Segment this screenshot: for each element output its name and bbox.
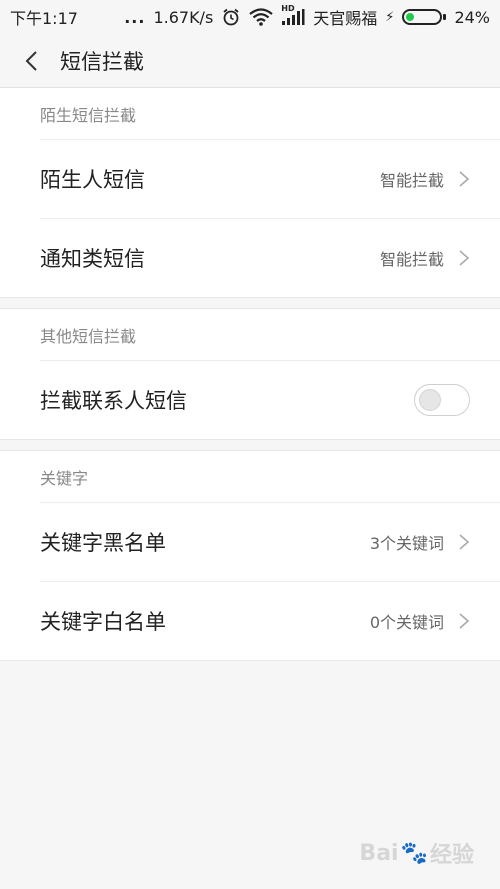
section-other-sms: 其他短信拦截 拦截联系人短信 <box>0 308 500 440</box>
row-notification-sms[interactable]: 通知类短信 智能拦截 <box>40 218 500 297</box>
chevron-right-icon <box>459 534 470 550</box>
paw-icon: 🐾 <box>400 840 428 866</box>
toggle-knob <box>419 389 441 411</box>
section-keywords: 关键字 关键字黑名单 3个关键词 关键字白名单 0个关键词 <box>0 450 500 661</box>
baidu-watermark: Bai 🐾 经验 <box>359 837 474 869</box>
row-value: 3个关键词 <box>369 534 444 553</box>
more-notifications-dots: ... <box>124 7 146 27</box>
chevron-right-icon <box>459 171 470 187</box>
page-title: 短信拦截 <box>60 49 144 74</box>
carrier-name: 天官赐福 <box>313 9 378 28</box>
signal-hd-icon: HD <box>281 4 305 26</box>
row-label: 通知类短信 <box>40 247 145 271</box>
wifi-icon <box>249 8 273 26</box>
row-keyword-whitelist[interactable]: 关键字白名单 0个关键词 <box>40 581 500 660</box>
app-header: 短信拦截 <box>0 34 500 88</box>
chevron-right-icon <box>459 613 470 629</box>
row-value: 0个关键词 <box>369 613 444 632</box>
network-speed: 1.67K/s <box>153 7 214 27</box>
status-bar: 下午1:17 ... 1.67K/s HD 天官赐福 ⚡ 24% <box>0 0 500 34</box>
hd-label: HD <box>281 4 295 13</box>
battery-percent: 24% <box>454 7 490 27</box>
row-keyword-blacklist[interactable]: 关键字黑名单 3个关键词 <box>40 502 500 581</box>
row-label: 拦截联系人短信 <box>40 389 187 413</box>
alarm-clock-icon <box>221 7 241 27</box>
watermark-suffix: 经验 <box>429 843 474 868</box>
section-header: 其他短信拦截 <box>40 326 137 346</box>
status-time: 下午1:17 <box>10 9 78 28</box>
row-label: 陌生人短信 <box>40 168 145 192</box>
status-icons: ... 1.67K/s HD 天官赐福 ⚡ 24% <box>124 4 490 29</box>
row-label: 关键字白名单 <box>40 610 166 634</box>
row-value: 智能拦截 <box>379 171 444 190</box>
section-header: 关键字 <box>40 468 89 488</box>
row-stranger-sms[interactable]: 陌生人短信 智能拦截 <box>40 139 500 218</box>
section-stranger-sms: 陌生短信拦截 陌生人短信 智能拦截 通知类短信 智能拦截 <box>0 88 500 298</box>
row-value: 智能拦截 <box>379 250 444 269</box>
back-button[interactable] <box>6 34 56 88</box>
block-contacts-toggle[interactable] <box>414 384 470 416</box>
charging-bolt-icon: ⚡ <box>385 9 395 25</box>
watermark-brand: Bai <box>359 840 399 866</box>
section-header: 陌生短信拦截 <box>40 105 137 125</box>
row-label: 关键字黑名单 <box>40 531 166 555</box>
row-block-contacts-sms: 拦截联系人短信 <box>40 360 500 439</box>
chevron-left-icon <box>25 50 37 71</box>
battery-icon <box>402 9 447 25</box>
chevron-right-icon <box>459 250 470 266</box>
